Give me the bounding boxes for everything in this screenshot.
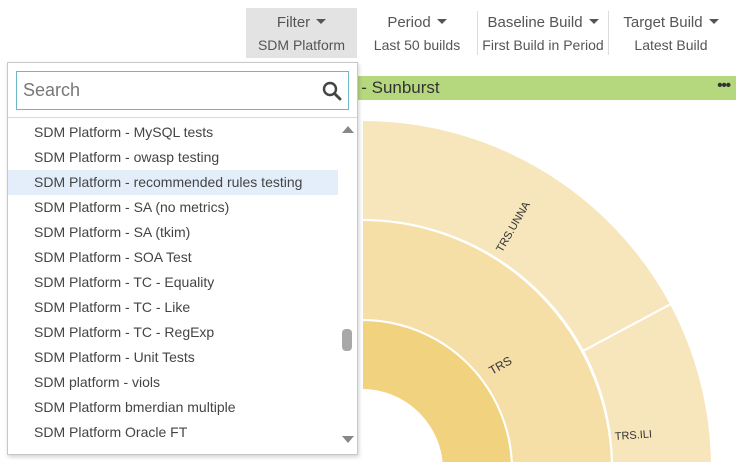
option-item[interactable]: SDM Platform bmerdian multiple	[8, 395, 338, 420]
option-item[interactable]: SDM platform - viols	[8, 370, 338, 395]
option-item[interactable]: SDM Platform - SA (no metrics)	[8, 195, 338, 220]
option-item[interactable]: SDM Platform Oracle FT	[8, 420, 338, 445]
filter-menu-value: SDM Platform	[257, 37, 346, 53]
option-item[interactable]: SDM Platform - TC - Like	[8, 295, 338, 320]
target-build-menu-label: Target Build	[623, 14, 703, 31]
option-item[interactable]: SDM Platform - MySQL tests	[8, 120, 338, 145]
target-build-menu[interactable]: Target Build Latest Build	[609, 8, 733, 58]
baseline-build-menu-label: Baseline Build	[487, 14, 583, 31]
baseline-build-menu-value: First Build in Period	[482, 37, 604, 53]
option-item-highlighted[interactable]: SDM Platform - recommended rules testing	[8, 170, 338, 195]
caret-down-icon	[316, 19, 327, 24]
option-item[interactable]: SDM Platform - Unit Tests	[8, 345, 338, 370]
period-menu[interactable]: Period Last 50 builds	[357, 8, 477, 58]
option-list: SDM Platform - MySQL tests SDM Platform …	[8, 120, 338, 445]
filter-dropdown: SDM Platform - MySQL tests SDM Platform …	[7, 62, 358, 455]
baseline-build-menu[interactable]: Baseline Build First Build in Period	[478, 8, 608, 58]
option-item[interactable]: SDM Platform - TC - Equality	[8, 270, 338, 295]
caret-down-icon	[708, 19, 719, 24]
option-item[interactable]: SDM Platform - SOA Test	[8, 245, 338, 270]
period-menu-value: Last 50 builds	[373, 37, 461, 53]
filter-toolbar: Filter SDM Platform Period Last 50 build…	[246, 8, 733, 58]
dropdown-divider	[8, 117, 357, 118]
search-box	[16, 71, 349, 110]
filter-menu[interactable]: Filter SDM Platform	[246, 8, 357, 58]
caret-down-icon	[588, 19, 599, 24]
search-icon[interactable]	[322, 81, 342, 106]
option-item[interactable]: SDM Platform - SA (tkim)	[8, 220, 338, 245]
caret-down-icon	[436, 19, 447, 24]
page: Filter SDM Platform Period Last 50 build…	[0, 0, 740, 462]
scroll-down-icon[interactable]	[342, 436, 354, 443]
widget-title: s - Sunburst	[348, 78, 440, 97]
ellipsis-icon[interactable]: •••	[717, 77, 731, 94]
scrollbar-thumb[interactable]	[342, 329, 352, 351]
dropdown-scrollbar[interactable]	[337, 120, 357, 450]
filter-menu-label: Filter	[276, 14, 311, 31]
search-input[interactable]	[17, 72, 307, 109]
scroll-up-icon[interactable]	[342, 126, 354, 133]
target-build-menu-value: Latest Build	[634, 37, 708, 53]
option-item[interactable]: SDM Platform - TC - RegExp	[8, 320, 338, 345]
period-menu-label: Period	[387, 14, 431, 31]
option-item[interactable]: SDM Platform - owasp testing	[8, 145, 338, 170]
